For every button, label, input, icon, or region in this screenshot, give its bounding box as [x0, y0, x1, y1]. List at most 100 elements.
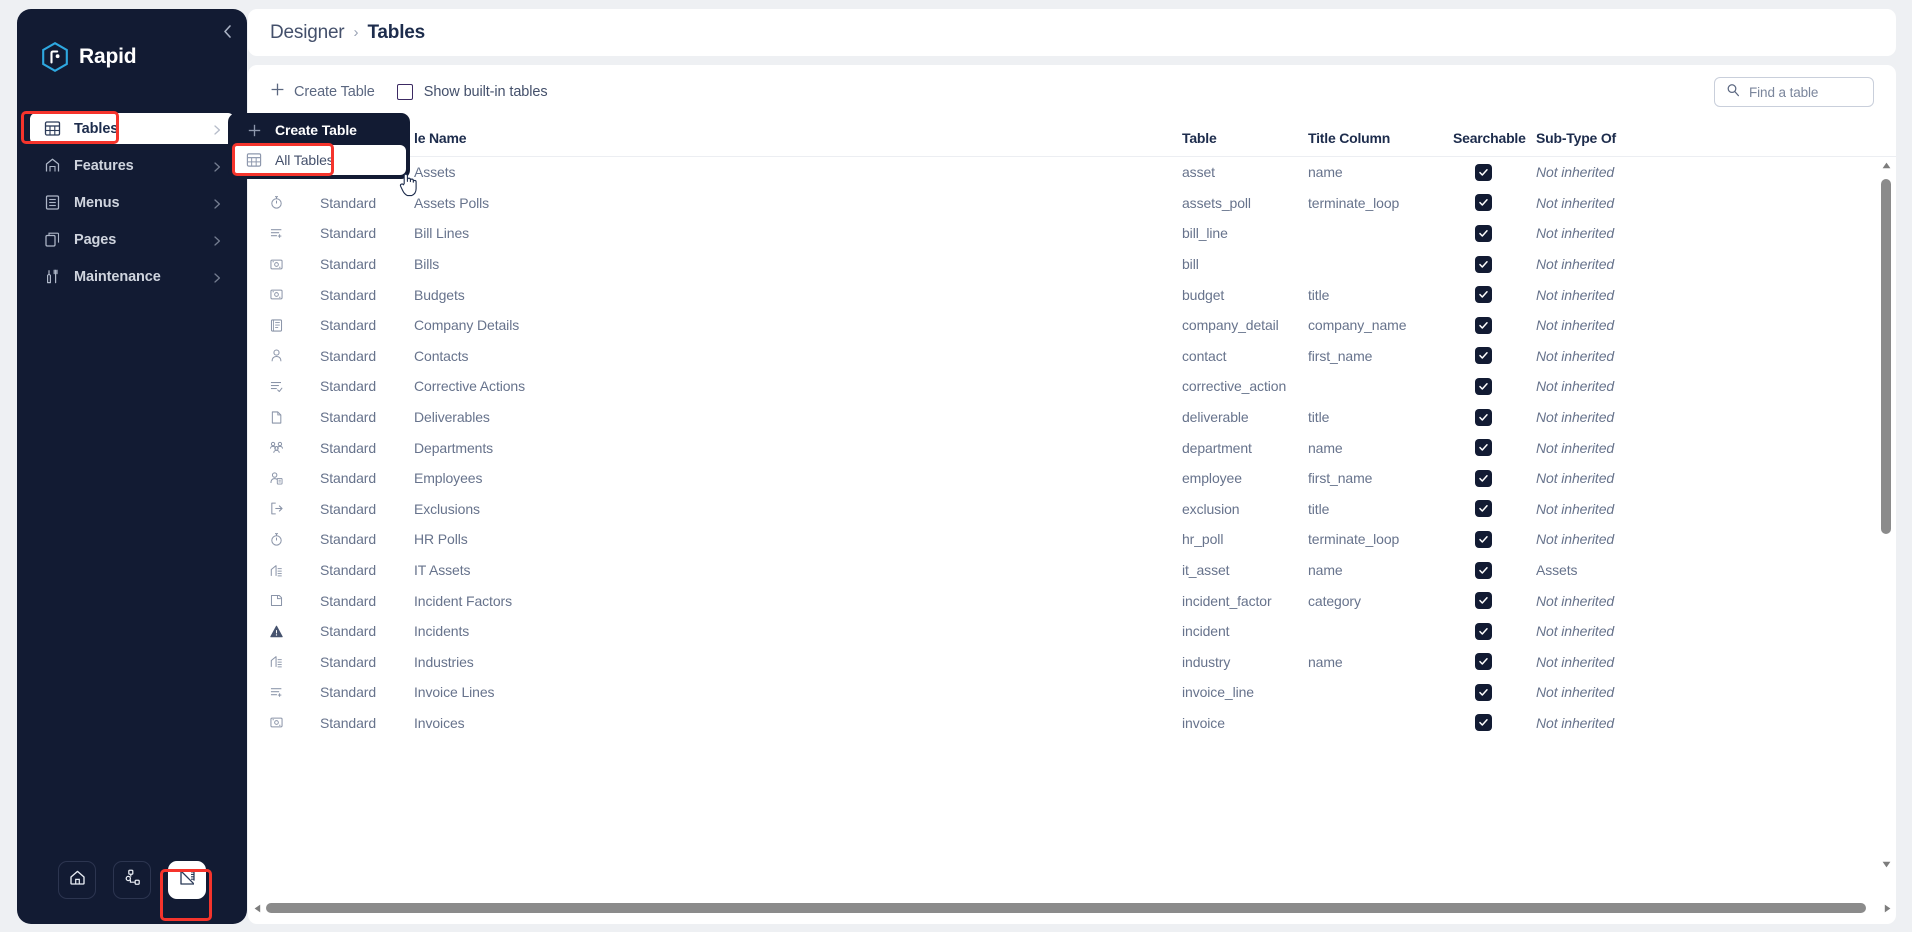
row-searchable-checkbox[interactable]	[1453, 218, 1513, 249]
row-name[interactable]: Assets Polls	[414, 188, 489, 219]
row-name[interactable]: IT Assets	[414, 555, 471, 586]
table-row[interactable]: Standard Bill Lines bill_line Not inherited	[248, 218, 1896, 249]
column-header-subtype[interactable]: Sub-Type Of	[1536, 119, 1616, 157]
checked-checkbox-icon[interactable]	[1474, 469, 1492, 487]
table-row[interactable]: Standard Exclusions exclusion title Not inhe…	[248, 494, 1896, 525]
find-table-search[interactable]: Find a table	[1714, 77, 1874, 107]
vertical-scroll-thumb[interactable]	[1881, 179, 1891, 534]
table-row[interactable]: Standard IT Assets it_asset name Assets	[248, 555, 1896, 586]
checked-checkbox-icon[interactable]	[1474, 408, 1492, 426]
scroll-right-arrow-icon[interactable]	[1881, 902, 1893, 914]
row-searchable-checkbox[interactable]	[1453, 616, 1513, 647]
table-row[interactable]: Standard Budgets budget title Not inherited	[248, 279, 1896, 310]
row-name[interactable]: Invoice Lines	[414, 677, 495, 708]
row-searchable-checkbox[interactable]	[1453, 677, 1513, 708]
sidebar-collapse-button[interactable]	[217, 21, 237, 41]
breadcrumb-root[interactable]: Designer	[270, 22, 345, 44]
table-row[interactable]: Standard HR Polls hr_poll terminate_loop Not…	[248, 524, 1896, 555]
checked-checkbox-icon[interactable]	[1474, 683, 1492, 701]
row-searchable-checkbox[interactable]	[1453, 708, 1513, 739]
row-searchable-checkbox[interactable]	[1453, 463, 1513, 494]
scroll-down-arrow-icon[interactable]	[1880, 858, 1892, 870]
row-searchable-checkbox[interactable]	[1453, 585, 1513, 616]
checked-checkbox-icon[interactable]	[1474, 561, 1492, 579]
sidebar-item-tables[interactable]: Tables	[30, 113, 234, 144]
scroll-up-arrow-icon[interactable]	[1880, 159, 1892, 171]
checked-checkbox-icon[interactable]	[1474, 714, 1492, 732]
create-table-button[interactable]: Create Table	[270, 82, 375, 102]
row-searchable-checkbox[interactable]	[1453, 402, 1513, 433]
checked-checkbox-icon[interactable]	[1474, 653, 1492, 671]
row-name[interactable]: Contacts	[414, 341, 469, 372]
row-searchable-checkbox[interactable]	[1453, 188, 1513, 219]
row-searchable-checkbox[interactable]	[1453, 432, 1513, 463]
sidebar-item-menus[interactable]: Menus	[30, 187, 234, 218]
checked-checkbox-icon[interactable]	[1474, 163, 1492, 181]
horizontal-scrollbar[interactable]	[248, 900, 1896, 916]
table-row[interactable]: Standard Deliverables deliverable title Not …	[248, 402, 1896, 433]
column-header-title[interactable]: Title Column	[1308, 119, 1390, 157]
flyout-item-create-table[interactable]: Create Table	[228, 115, 410, 145]
row-name[interactable]: Incidents	[414, 616, 469, 647]
column-header-searchable[interactable]: Searchable	[1453, 119, 1526, 157]
row-name[interactable]: Exclusions	[414, 494, 480, 525]
flyout-item-all-tables[interactable]: All Tables	[232, 145, 406, 175]
sidebar-item-pages[interactable]: Pages	[30, 224, 234, 255]
row-name[interactable]: Bills	[414, 249, 439, 280]
row-searchable-checkbox[interactable]	[1453, 279, 1513, 310]
row-searchable-checkbox[interactable]	[1453, 341, 1513, 372]
sidebar-item-features[interactable]: Features	[30, 150, 234, 181]
row-name[interactable]: Invoices	[414, 708, 465, 739]
table-row[interactable]: Standard Invoice Lines invoice_line Not inh…	[248, 677, 1896, 708]
row-searchable-checkbox[interactable]	[1453, 494, 1513, 525]
scroll-left-arrow-icon[interactable]	[251, 902, 263, 914]
checked-checkbox-icon[interactable]	[1474, 194, 1492, 212]
row-searchable-checkbox[interactable]	[1453, 371, 1513, 402]
checked-checkbox-icon[interactable]	[1474, 622, 1492, 640]
checkbox-box[interactable]	[396, 84, 413, 100]
checked-checkbox-icon[interactable]	[1474, 377, 1492, 395]
table-row[interactable]: Standard Incident Factors incident_factor c…	[248, 585, 1896, 616]
row-searchable-checkbox[interactable]	[1453, 555, 1513, 586]
row-name[interactable]: HR Polls	[414, 524, 468, 555]
sidebar-item-maintenance[interactable]: Maintenance	[30, 261, 234, 292]
table-row[interactable]: Standard Contacts contact first_name Not inh…	[248, 341, 1896, 372]
table-row[interactable]: Standard Industries industry name Not inheri…	[248, 647, 1896, 678]
checked-checkbox-icon[interactable]	[1474, 286, 1492, 304]
row-searchable-checkbox[interactable]	[1453, 647, 1513, 678]
show-builtin-tables-checkbox[interactable]: Show built-in tables	[396, 84, 548, 100]
row-name[interactable]: Company Details	[414, 310, 519, 341]
checked-checkbox-icon[interactable]	[1474, 316, 1492, 334]
table-row[interactable]: Standard Incidents incident Not inherited	[248, 616, 1896, 647]
row-searchable-checkbox[interactable]	[1453, 249, 1513, 280]
row-name[interactable]: Budgets	[414, 279, 465, 310]
row-name[interactable]: Assets	[414, 157, 456, 188]
table-row[interactable]: Standard Departments department name Not inh…	[248, 432, 1896, 463]
table-row[interactable]: Standard Employees employee first_name Not i…	[248, 463, 1896, 494]
column-header-table[interactable]: Table	[1182, 119, 1217, 157]
checked-checkbox-icon[interactable]	[1474, 592, 1492, 610]
table-row[interactable]: Standard Assets Polls assets_poll terminate…	[248, 188, 1896, 219]
row-name[interactable]: Incident Factors	[414, 585, 512, 616]
home-button[interactable]	[58, 861, 96, 899]
checked-checkbox-icon[interactable]	[1474, 255, 1492, 273]
horizontal-scroll-thumb[interactable]	[266, 903, 1866, 913]
table-row[interactable]: Standard Invoices invoice Not inherited	[248, 708, 1896, 739]
row-name[interactable]: Employees	[414, 463, 482, 494]
vertical-scrollbar[interactable]	[1878, 157, 1894, 872]
search-input[interactable]: Find a table	[1749, 85, 1818, 100]
row-name[interactable]: Departments	[414, 432, 493, 463]
checked-checkbox-icon[interactable]	[1474, 439, 1492, 457]
row-searchable-checkbox[interactable]	[1453, 524, 1513, 555]
workflow-button[interactable]	[113, 861, 151, 899]
checked-checkbox-icon[interactable]	[1474, 530, 1492, 548]
row-searchable-checkbox[interactable]	[1453, 157, 1513, 188]
column-header-name[interactable]: le Name	[414, 119, 466, 157]
checked-checkbox-icon[interactable]	[1474, 347, 1492, 365]
table-row[interactable]: Standard Corrective Actions corrective_act…	[248, 371, 1896, 402]
checked-checkbox-icon[interactable]	[1474, 500, 1492, 518]
table-row[interactable]: Standard Company Details company_detail com…	[248, 310, 1896, 341]
row-name[interactable]: Industries	[414, 647, 474, 678]
checked-checkbox-icon[interactable]	[1474, 224, 1492, 242]
row-name[interactable]: Bill Lines	[414, 218, 469, 249]
